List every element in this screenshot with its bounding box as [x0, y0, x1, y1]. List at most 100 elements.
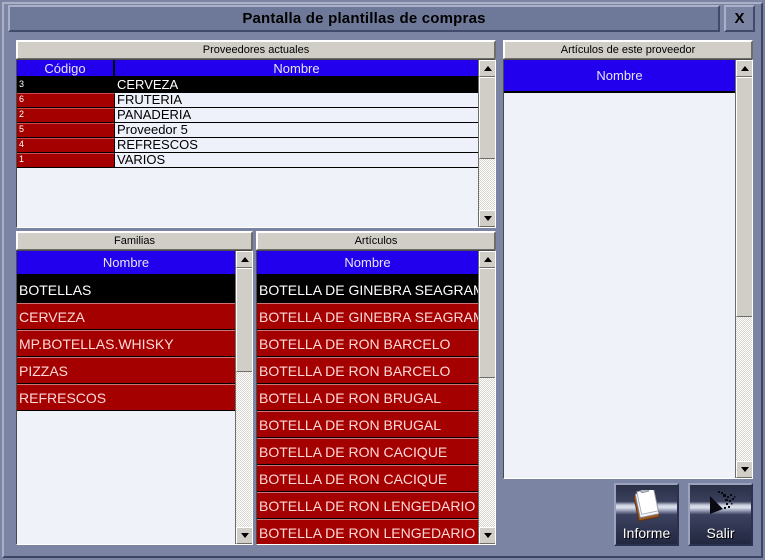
articulos-proveedor-grid[interactable]: Nombre	[503, 59, 753, 479]
scroll-up-button[interactable]	[236, 251, 252, 268]
articulos-header-row: Nombre	[257, 251, 478, 276]
scroll-up-button[interactable]	[479, 251, 495, 268]
cell-codigo: 3	[17, 78, 115, 92]
familias-row-list: BOTELLAS CERVEZA MP.BOTELLAS.WHISKY PIZZAS R…	[17, 276, 235, 411]
articulos-grid[interactable]: Nombre BOTELLA DE GINEBRA SEAGRAMS BOTELL…	[256, 250, 496, 545]
list-item[interactable]: PIZZAS	[17, 357, 235, 384]
arrow-up-icon	[240, 257, 249, 262]
clipboard-icon	[616, 489, 677, 523]
cell-codigo: 4	[17, 138, 115, 152]
cell-nombre: Proveedor 5	[115, 123, 478, 137]
arrow-down-icon	[740, 467, 749, 472]
arrow-down-icon	[483, 533, 492, 538]
cell-nombre: BOTELLA DE RON BRUGAL	[257, 411, 478, 437]
familias-grid-body: Nombre BOTELLAS CERVEZA MP.BOTELLAS.WHISKY…	[17, 251, 235, 544]
cell-nombre: BOTELLA DE RON CACIQUE	[257, 465, 478, 491]
cell-nombre: VARIOS	[115, 153, 478, 167]
table-row[interactable]: 2 PANADERIA	[17, 108, 478, 123]
familias-header-row: Nombre	[17, 251, 235, 276]
list-item[interactable]: MP.BOTELLAS.WHISKY	[17, 330, 235, 357]
scrollbar-thumb[interactable]	[479, 268, 495, 378]
scroll-down-button[interactable]	[479, 527, 495, 544]
cell-nombre: PIZZAS	[17, 357, 235, 383]
articulos-scrollbar[interactable]	[478, 251, 495, 544]
column-header-codigo[interactable]: Código	[17, 60, 115, 76]
cell-nombre: BOTELLA DE GINEBRA SEAGRAMS	[257, 276, 478, 302]
panel-familias-caption: Familias	[16, 231, 253, 250]
panel-articulos-proveedor: Artículos de este proveedor Nombre	[503, 40, 753, 479]
list-item[interactable]: BOTELLA DE RON LENGEDARIO	[257, 519, 478, 544]
list-item[interactable]: BOTELLA DE RON BARCELO	[257, 330, 478, 357]
cell-codigo: 6	[17, 93, 115, 107]
table-row[interactable]: 3 CERVEZA	[17, 78, 478, 93]
panel-proveedores-caption: Proveedores actuales	[16, 40, 496, 59]
panel-articulos-caption: Artículos	[256, 231, 496, 250]
list-item[interactable]: BOTELLA DE RON BRUGAL	[257, 411, 478, 438]
scroll-down-button[interactable]	[236, 527, 252, 544]
articulos-row-list: BOTELLA DE GINEBRA SEAGRAMS BOTELLA DE GI…	[257, 276, 478, 544]
arrow-down-icon	[483, 216, 492, 221]
cell-nombre: MP.BOTELLAS.WHISKY	[17, 330, 235, 356]
list-item[interactable]: BOTELLA DE RON BRUGAL	[257, 384, 478, 411]
scroll-up-button[interactable]	[479, 60, 495, 77]
window-title: Pantalla de plantillas de compras	[242, 10, 486, 27]
table-row[interactable]: 4 REFRESCOS	[17, 138, 478, 153]
list-item[interactable]: BOTELLA DE RON CACIQUE	[257, 438, 478, 465]
table-row[interactable]: 5 Proveedor 5	[17, 123, 478, 138]
cell-nombre: FRUTERIA	[115, 93, 478, 107]
arrow-up-icon	[483, 66, 492, 71]
cell-nombre: BOTELLA DE RON LENGEDARIO	[257, 492, 478, 518]
cell-nombre: BOTELLA DE RON BARCELO	[257, 357, 478, 383]
title-bar: Pantalla de plantillas de compras	[8, 5, 720, 32]
table-row[interactable]: 1 VARIOS	[17, 153, 478, 168]
scroll-down-button[interactable]	[736, 461, 752, 478]
cell-nombre: CERVEZA	[17, 303, 235, 329]
articulos-proveedor-grid-body: Nombre	[504, 60, 735, 478]
panel-articulos: Artículos Nombre BOTELLA DE GINEBRA SEAG…	[256, 231, 496, 545]
proveedores-scrollbar[interactable]	[478, 60, 495, 227]
cell-nombre: BOTELLA DE RON BRUGAL	[257, 384, 478, 410]
salir-button-label: Salir	[706, 525, 735, 541]
proveedores-header-row: Código Nombre	[17, 60, 478, 78]
salir-button[interactable]: Salir	[688, 483, 753, 546]
column-header-nombre[interactable]: Nombre	[17, 251, 235, 274]
list-item[interactable]: BOTELLA DE RON LENGEDARIO	[257, 492, 478, 519]
list-item[interactable]: BOTELLA DE GINEBRA SEAGRAMS	[257, 276, 478, 303]
list-item[interactable]: BOTELLA DE GINEBRA SEAGRAMS	[257, 303, 478, 330]
arrow-up-icon	[740, 66, 749, 71]
column-header-nombre[interactable]: Nombre	[257, 251, 478, 274]
arrow-down-icon	[240, 533, 249, 538]
table-row[interactable]: 6 FRUTERIA	[17, 93, 478, 108]
panel-articulos-proveedor-caption: Artículos de este proveedor	[503, 40, 753, 59]
list-item[interactable]: BOTELLA DE RON CACIQUE	[257, 465, 478, 492]
scroll-up-button[interactable]	[736, 60, 752, 77]
informe-button[interactable]: Informe	[614, 483, 679, 546]
cell-nombre: BOTELLA DE RON LENGEDARIO	[257, 519, 478, 544]
list-item[interactable]: BOTELLA DE RON BARCELO	[257, 357, 478, 384]
close-button[interactable]: X	[724, 5, 755, 32]
application-window: Pantalla de plantillas de compras X Prov…	[0, 0, 765, 560]
list-item[interactable]: REFRESCOS	[17, 384, 235, 411]
scroll-down-button[interactable]	[479, 210, 495, 227]
cell-nombre: CERVEZA	[115, 78, 478, 92]
cell-nombre: BOTELLA DE RON BARCELO	[257, 330, 478, 356]
list-item[interactable]: BOTELLAS	[17, 276, 235, 303]
exit-arrow-icon	[690, 489, 751, 523]
column-header-nombre[interactable]: Nombre	[504, 60, 735, 91]
proveedores-grid[interactable]: Código Nombre 3 CERVEZA 6 FRUTERIA 2 PANADERI…	[16, 59, 496, 228]
scrollbar-thumb[interactable]	[236, 268, 252, 372]
familias-scrollbar[interactable]	[235, 251, 252, 544]
panel-familias: Familias Nombre BOTELLAS CERVEZA MP.BOTELL…	[16, 231, 253, 545]
cell-nombre: BOTELLAS	[17, 276, 235, 302]
column-header-nombre[interactable]: Nombre	[115, 60, 478, 76]
proveedores-row-list: 3 CERVEZA 6 FRUTERIA 2 PANADERIA 5 Proveedor 54…	[17, 78, 478, 168]
list-item[interactable]: CERVEZA	[17, 303, 235, 330]
familias-grid[interactable]: Nombre BOTELLAS CERVEZA MP.BOTELLAS.WHISKY…	[16, 250, 253, 545]
cell-codigo: 1	[17, 153, 115, 167]
scrollbar-thumb[interactable]	[479, 77, 495, 159]
informe-button-label: Informe	[622, 525, 671, 541]
articulos-proveedor-scrollbar[interactable]	[735, 60, 752, 478]
panel-proveedores: Proveedores actuales Código Nombre 3 CERV…	[16, 40, 496, 228]
cell-nombre: REFRESCOS	[17, 384, 235, 410]
scrollbar-thumb[interactable]	[736, 77, 752, 317]
